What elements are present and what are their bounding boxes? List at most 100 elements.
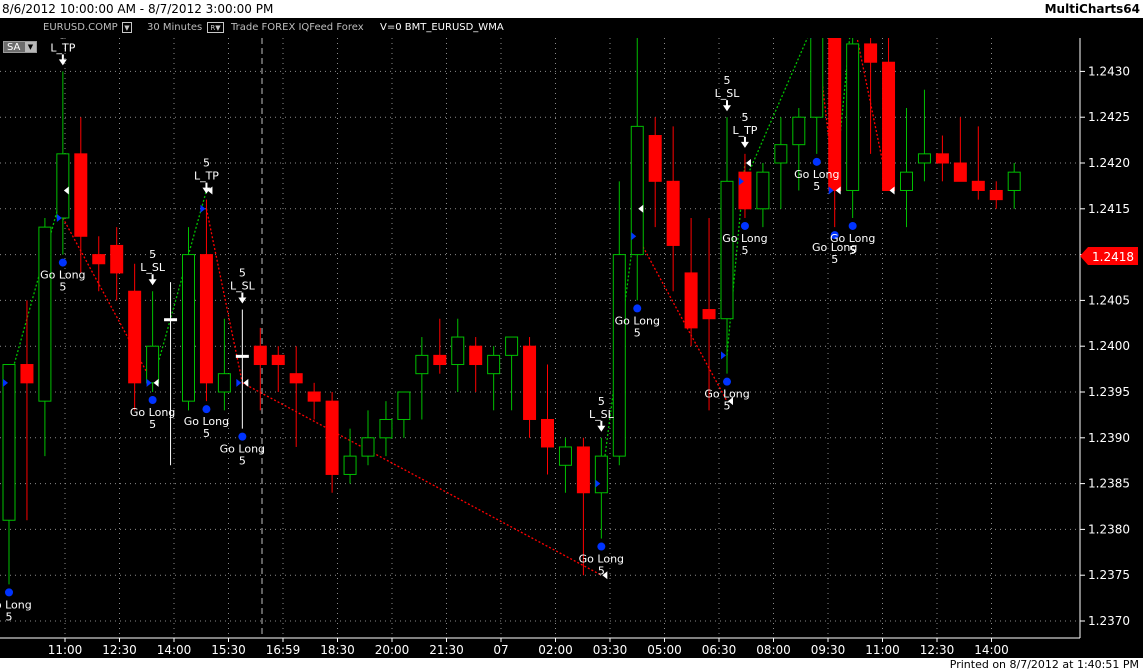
x-tick-label: 14:00: [974, 643, 1009, 657]
buy-dot-icon: [723, 377, 731, 386]
candle-body: [289, 373, 303, 384]
entry-marker-icon: [200, 204, 206, 213]
candle-body: [74, 153, 88, 237]
go-long-size-label: 5: [149, 418, 156, 431]
y-tick-label: 1.2425: [1088, 110, 1130, 124]
x-tick-label: 03:30: [593, 643, 628, 657]
realtime-dropdown-icon[interactable]: R▼: [207, 22, 224, 33]
candle-body: [235, 354, 249, 358]
x-tick-label: 07: [493, 643, 508, 657]
exit-size-label: 5: [741, 111, 748, 124]
symbol-dropdown-icon[interactable]: ▼: [122, 22, 132, 33]
x-tick-label: 14:00: [157, 643, 192, 657]
candle-body: [917, 153, 931, 164]
candle-body: [92, 254, 106, 265]
exit-size-label: 5: [149, 248, 156, 261]
candle-body: [935, 153, 949, 164]
y-tick-label: 1.2395: [1088, 385, 1130, 399]
go-long-size-label: 5: [598, 565, 605, 578]
candle-body: [666, 180, 680, 246]
candle-body: [20, 364, 34, 384]
x-tick-label: 11:00: [865, 643, 900, 657]
candle-body: [523, 345, 537, 420]
candle-body: [576, 446, 590, 494]
exit-label: L_SL: [715, 87, 741, 100]
exit-size-label: 5: [59, 38, 66, 41]
go-long-size-label: 5: [724, 400, 731, 413]
candle-body: [505, 336, 519, 356]
y-tick-label: 1.2415: [1088, 202, 1130, 216]
go-long-size-label: 5: [849, 244, 856, 257]
entry-marker-icon: [236, 378, 242, 387]
go-long-size-label: 5: [203, 427, 210, 440]
exit-label: L_SL: [140, 261, 166, 274]
exit-label: L_SL: [230, 280, 256, 293]
candle-body: [271, 354, 285, 366]
x-tick-label: 08:00: [756, 643, 791, 657]
entry-marker-icon: [721, 351, 726, 360]
study-label: V=0 BMT_EURUSD_WMA: [380, 22, 504, 33]
candle-body: [774, 144, 788, 164]
y-tick-label: 1.2375: [1088, 568, 1130, 582]
candle-body: [56, 153, 70, 219]
candle-body: [379, 418, 393, 439]
candle-body: [110, 244, 124, 274]
current-price-label: 1.2418: [1092, 250, 1134, 264]
candles: [2, 38, 1021, 585]
candle-body: [648, 135, 662, 182]
candle-body: [900, 171, 913, 191]
exit-label: L_TP: [732, 124, 757, 137]
exit-marker-icon: [745, 159, 751, 167]
data-source-label: Trade FOREX IQFeed Forex: [231, 22, 364, 33]
buy-dot-icon: [812, 157, 821, 166]
buy-dot-icon: [848, 221, 857, 230]
candle-body: [128, 290, 142, 384]
candle-body: [415, 354, 429, 375]
candle-body: [199, 254, 213, 384]
x-tick-label: 15:30: [211, 643, 246, 657]
status-line: SA ▼ EURUSD.COMP ▼ 30 Minutes R▼ Trade F…: [0, 19, 900, 53]
buy-dot-icon: [5, 588, 13, 597]
candle-body: [882, 61, 896, 191]
x-tick-label: 12:30: [102, 643, 137, 657]
candle-body: [558, 446, 572, 466]
buy-dot-icon: [740, 221, 749, 230]
candle-body: [469, 345, 483, 366]
go-long-size-label: 5: [634, 326, 641, 339]
exit-size-label: 5: [203, 157, 210, 170]
y-tick-label: 1.2420: [1088, 156, 1130, 170]
candle-body: [810, 38, 824, 118]
candle-body: [361, 437, 375, 457]
x-tick-label: 12:30: [920, 643, 955, 657]
x-tick-label: 11:00: [48, 643, 83, 657]
candle-body: [612, 254, 626, 457]
candle-body: [253, 345, 267, 366]
candle-body: [2, 364, 16, 521]
go-long-size-label: 5: [831, 253, 838, 266]
candle-body: [343, 455, 357, 475]
candle-body: [182, 254, 195, 402]
go-long-size-label: 5: [59, 281, 66, 294]
candle-body: [792, 116, 806, 146]
exit-label: L_SL: [589, 408, 615, 421]
time-axis: 11:00 12:30 14:00 15:30 16:59 18:30 20:00 21:30…: [48, 638, 1009, 657]
buy-dot-icon: [58, 258, 67, 267]
candle-body: [594, 455, 608, 494]
buy-dot-icon: [202, 405, 211, 414]
candle-body: [164, 318, 178, 322]
price-chart[interactable]: Go Long5Go Long5Go Long5Go Long5Go Long5…: [0, 38, 1143, 658]
footer: Printed on 8/7/2012 at 1:40:51 PM: [0, 658, 1143, 672]
x-tick-label: 21:30: [429, 643, 464, 657]
candle-body: [864, 43, 878, 63]
y-tick-label: 1.2380: [1088, 522, 1130, 536]
candle-body: [217, 373, 231, 393]
candle-body: [756, 171, 770, 210]
x-tick-label: 20:00: [375, 643, 410, 657]
exit-size-label: 5: [724, 74, 731, 87]
x-tick-label: 02:00: [538, 643, 573, 657]
candle-body: [541, 418, 554, 448]
go-long-size-label: 5: [239, 455, 246, 468]
exit-size-label: 5: [598, 395, 605, 408]
candle-body: [307, 391, 321, 402]
candle-body: [38, 226, 52, 402]
